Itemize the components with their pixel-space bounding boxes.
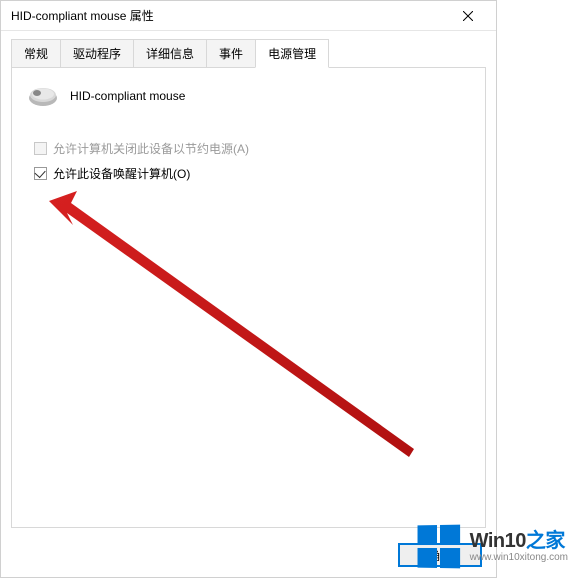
device-name: HID-compliant mouse	[70, 89, 185, 103]
close-icon	[463, 11, 473, 21]
device-header: HID-compliant mouse	[26, 84, 471, 108]
checkbox-row-allow-wake[interactable]: 允许此设备唤醒计算机(O)	[26, 163, 471, 184]
watermark-url: www.win10xitong.com	[470, 553, 568, 563]
windows-logo-icon	[417, 525, 460, 569]
tab-events[interactable]: 事件	[206, 39, 256, 67]
properties-dialog: HID-compliant mouse 属性 常规 驱动程序 详细信息 事件 电…	[0, 0, 497, 578]
watermark-brand-zh: 之家	[526, 530, 565, 552]
tab-bar: 常规 驱动程序 详细信息 事件 电源管理	[11, 39, 486, 68]
tab-details[interactable]: 详细信息	[133, 39, 207, 67]
tab-driver[interactable]: 驱动程序	[60, 39, 134, 67]
tab-power[interactable]: 电源管理	[255, 39, 329, 68]
window-title: HID-compliant mouse 属性	[11, 7, 154, 24]
watermark: Win10之家 www.win10xitong.com	[417, 525, 568, 568]
watermark-brand-en: Win10	[470, 530, 526, 552]
label-allow-off: 允许计算机关闭此设备以节约电源(A)	[53, 140, 249, 157]
watermark-brand: Win10之家	[470, 531, 568, 551]
titlebar: HID-compliant mouse 属性	[1, 1, 496, 31]
tab-general[interactable]: 常规	[11, 39, 61, 67]
checkbox-row-allow-off: 允许计算机关闭此设备以节约电源(A)	[26, 138, 471, 159]
tab-content-power: HID-compliant mouse 允许计算机关闭此设备以节约电源(A) 允…	[11, 68, 486, 528]
watermark-text: Win10之家 www.win10xitong.com	[470, 531, 568, 563]
mouse-icon	[26, 84, 60, 108]
checkbox-allow-wake[interactable]	[34, 167, 47, 180]
checkbox-allow-off	[34, 142, 47, 155]
close-button[interactable]	[448, 3, 488, 29]
label-allow-wake: 允许此设备唤醒计算机(O)	[53, 165, 190, 182]
dialog-body: 常规 驱动程序 详细信息 事件 电源管理 HID-compliant mouse…	[1, 31, 496, 528]
